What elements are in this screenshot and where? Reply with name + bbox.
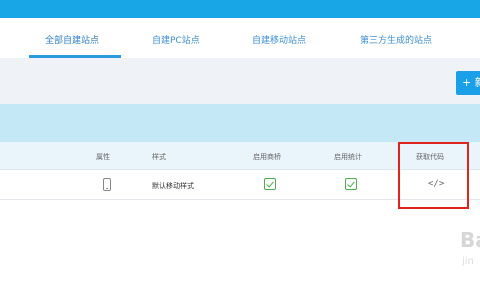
header-type: 属性 bbox=[96, 153, 110, 161]
tab-mobile-sites[interactable]: 自建移动站点 bbox=[252, 33, 306, 46]
bridge-enabled-check-icon[interactable] bbox=[264, 178, 276, 190]
watermark-subtext: jin bbox=[462, 256, 474, 267]
tab-pc-sites[interactable]: 自建PC站点 bbox=[152, 33, 200, 46]
tab-bar: 全部自建站点 自建PC站点 自建移动站点 第三方生成的站点 bbox=[0, 18, 480, 58]
add-site-button[interactable]: + 新 bbox=[456, 71, 480, 95]
header-style: 样式 bbox=[152, 153, 166, 161]
mobile-phone-icon bbox=[103, 178, 111, 191]
info-strip bbox=[0, 104, 480, 142]
watermark-logo: Ba bbox=[460, 228, 480, 252]
header-stats: 启用统计 bbox=[334, 153, 362, 161]
highlight-annotation-box bbox=[398, 142, 469, 209]
header-bridge: 启用商桥 bbox=[253, 153, 281, 161]
tab-third-party-sites[interactable]: 第三方生成的站点 bbox=[360, 33, 432, 46]
row-style: 默认移动样式 bbox=[152, 182, 194, 190]
stats-enabled-check-icon[interactable] bbox=[345, 178, 357, 190]
tab-all-sites[interactable]: 全部自建站点 bbox=[45, 33, 99, 46]
toolbar: + 新 bbox=[0, 58, 480, 104]
top-bar bbox=[0, 0, 480, 18]
